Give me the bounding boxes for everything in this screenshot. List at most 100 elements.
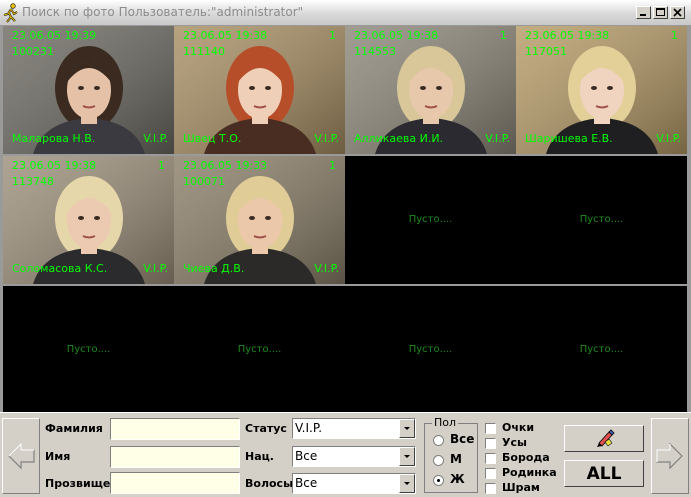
person-name: Соломасова К.С. bbox=[12, 262, 108, 275]
gender-group-title: Пол bbox=[432, 416, 459, 429]
person-status: V.I.P. bbox=[314, 132, 339, 145]
name-field[interactable] bbox=[110, 446, 240, 468]
person-status: V.I.P. bbox=[314, 262, 339, 275]
surname-label: Фамилия bbox=[45, 422, 103, 435]
nationality-select-value: Все bbox=[295, 449, 318, 463]
empty-photo-slot[interactable]: Пусто.... bbox=[516, 156, 687, 284]
photo-card[interactable]: 23.06.05 19:38 1 117051 Шаришева Е.В. V.I.P. bbox=[516, 26, 687, 154]
minimize-icon bbox=[640, 14, 646, 16]
photo-count: 1 bbox=[329, 29, 336, 42]
photo-date: 23.06.05 19:38 bbox=[12, 159, 97, 172]
nationality-select[interactable]: Все bbox=[292, 446, 416, 467]
nationality-label: Нац. bbox=[245, 450, 274, 463]
empty-slot-label: Пусто.... bbox=[408, 214, 453, 225]
photo-date: 23.06.05 19:38 bbox=[183, 29, 268, 42]
beard-label: Борода bbox=[502, 451, 550, 464]
close-button[interactable] bbox=[670, 6, 685, 19]
eraser-pen-icon bbox=[597, 429, 615, 447]
person-status: V.I.P. bbox=[143, 132, 168, 145]
status-select[interactable]: V.I.P. bbox=[292, 418, 416, 439]
hair-select-value: Все bbox=[295, 476, 318, 490]
title-bar[interactable]: Поиск по фото Пользователь:"administrato… bbox=[0, 0, 691, 26]
nickname-label: Прозвище bbox=[45, 477, 111, 490]
photo-id: 113748 bbox=[12, 175, 54, 188]
gender-m-radio[interactable] bbox=[433, 455, 444, 466]
clear-filter-button[interactable] bbox=[564, 425, 644, 452]
all-button[interactable]: ALL bbox=[564, 460, 644, 487]
mustache-checkbox[interactable] bbox=[485, 438, 496, 449]
all-button-label: ALL bbox=[586, 464, 622, 484]
photo-card[interactable]: 23.06.05 19:38 1 114553 Алликаева И.И. V.I.P… bbox=[345, 26, 516, 154]
surname-field[interactable] bbox=[110, 418, 240, 440]
photo-count: 1 bbox=[500, 29, 507, 42]
chevron-down-icon[interactable] bbox=[399, 474, 415, 493]
person-status: V.I.P. bbox=[143, 262, 168, 275]
arrow-left-icon bbox=[8, 442, 35, 470]
photo-grid: 23.06.05 19:39 100231 Маларова Н.В. V.I.P. 2… bbox=[0, 26, 691, 414]
photo-card[interactable]: 23.06.05 19:33 1 100071 Чиева Д.В. V.I.P. bbox=[174, 156, 345, 284]
photo-count: 1 bbox=[158, 159, 165, 172]
photo-id: 114553 bbox=[354, 45, 396, 58]
chevron-down-icon[interactable] bbox=[399, 447, 415, 466]
photo-date: 23.06.05 19:38 bbox=[525, 29, 610, 42]
chevron-down-icon[interactable] bbox=[399, 419, 415, 438]
photo-card[interactable]: 23.06.05 19:38 1 111140 Швец Т.О. V.I.P. bbox=[174, 26, 345, 154]
search-panel: Фамилия Имя Прозвище Статус V.I.P. Нац. … bbox=[0, 412, 691, 496]
photo-card[interactable]: 23.06.05 19:39 100231 Маларова Н.В. V.I.P. bbox=[3, 26, 174, 154]
maximize-icon bbox=[656, 8, 665, 16]
gender-m-label: М bbox=[450, 452, 462, 466]
empty-photo-slot[interactable]: Пусто.... bbox=[174, 286, 345, 414]
arrow-right-icon bbox=[656, 442, 683, 470]
photo-date: 23.06.05 19:33 bbox=[183, 159, 268, 172]
person-name: Алликаева И.И. bbox=[354, 132, 444, 145]
person-name: Шаришева Е.В. bbox=[525, 132, 613, 145]
empty-photo-slot[interactable]: Пусто.... bbox=[3, 286, 174, 414]
photo-card[interactable]: 23.06.05 19:38 1 113748 Соломасова К.С. V.I.… bbox=[3, 156, 174, 284]
photo-date: 23.06.05 19:39 bbox=[12, 29, 97, 42]
person-name: Маларова Н.В. bbox=[12, 132, 96, 145]
empty-slot-label: Пусто.... bbox=[579, 344, 624, 355]
next-page-button[interactable] bbox=[651, 418, 689, 494]
person-status: V.I.P. bbox=[485, 132, 510, 145]
gender-f-radio[interactable] bbox=[433, 475, 444, 486]
person-name: Чиева Д.В. bbox=[183, 262, 245, 275]
prev-page-button[interactable] bbox=[2, 418, 40, 494]
photo-id: 111140 bbox=[183, 45, 225, 58]
minimize-button[interactable] bbox=[636, 6, 651, 19]
glasses-checkbox[interactable] bbox=[485, 423, 496, 434]
empty-photo-slot[interactable]: Пусто.... bbox=[516, 286, 687, 414]
beard-checkbox[interactable] bbox=[485, 453, 496, 464]
empty-photo-slot[interactable]: Пусто.... bbox=[345, 156, 516, 284]
mole-label: Родинка bbox=[502, 466, 557, 479]
status-label: Статус bbox=[245, 422, 287, 435]
status-select-value: V.I.P. bbox=[295, 421, 323, 435]
photo-id: 100231 bbox=[12, 45, 54, 58]
close-icon bbox=[673, 8, 682, 17]
running-man-icon bbox=[3, 3, 18, 23]
empty-slot-label: Пусто.... bbox=[66, 344, 111, 355]
empty-photo-slot[interactable]: Пусто.... bbox=[345, 286, 516, 414]
photo-count: 1 bbox=[329, 159, 336, 172]
person-name: Швец Т.О. bbox=[183, 132, 242, 145]
mole-checkbox[interactable] bbox=[485, 468, 496, 479]
window-title: Поиск по фото Пользователь:"administrato… bbox=[22, 5, 304, 19]
photo-id: 117051 bbox=[525, 45, 567, 58]
hair-label: Волосы bbox=[245, 477, 294, 490]
mustache-label: Усы bbox=[502, 436, 527, 449]
scar-checkbox[interactable] bbox=[485, 483, 496, 494]
empty-slot-label: Пусто.... bbox=[237, 344, 282, 355]
photo-count: 1 bbox=[671, 29, 678, 42]
empty-slot-label: Пусто.... bbox=[579, 214, 624, 225]
gender-all-radio[interactable] bbox=[433, 435, 444, 446]
gender-all-label: Все bbox=[450, 432, 475, 446]
person-status: V.I.P. bbox=[656, 132, 681, 145]
maximize-button[interactable] bbox=[653, 6, 668, 19]
hair-select[interactable]: Все bbox=[292, 473, 416, 494]
photo-date: 23.06.05 19:38 bbox=[354, 29, 439, 42]
glasses-label: Очки bbox=[502, 421, 535, 434]
empty-slot-label: Пусто.... bbox=[408, 344, 453, 355]
nickname-field[interactable] bbox=[110, 472, 240, 494]
photo-id: 100071 bbox=[183, 175, 225, 188]
scar-label: Шрам bbox=[502, 481, 540, 494]
gender-f-label: Ж bbox=[450, 472, 465, 486]
